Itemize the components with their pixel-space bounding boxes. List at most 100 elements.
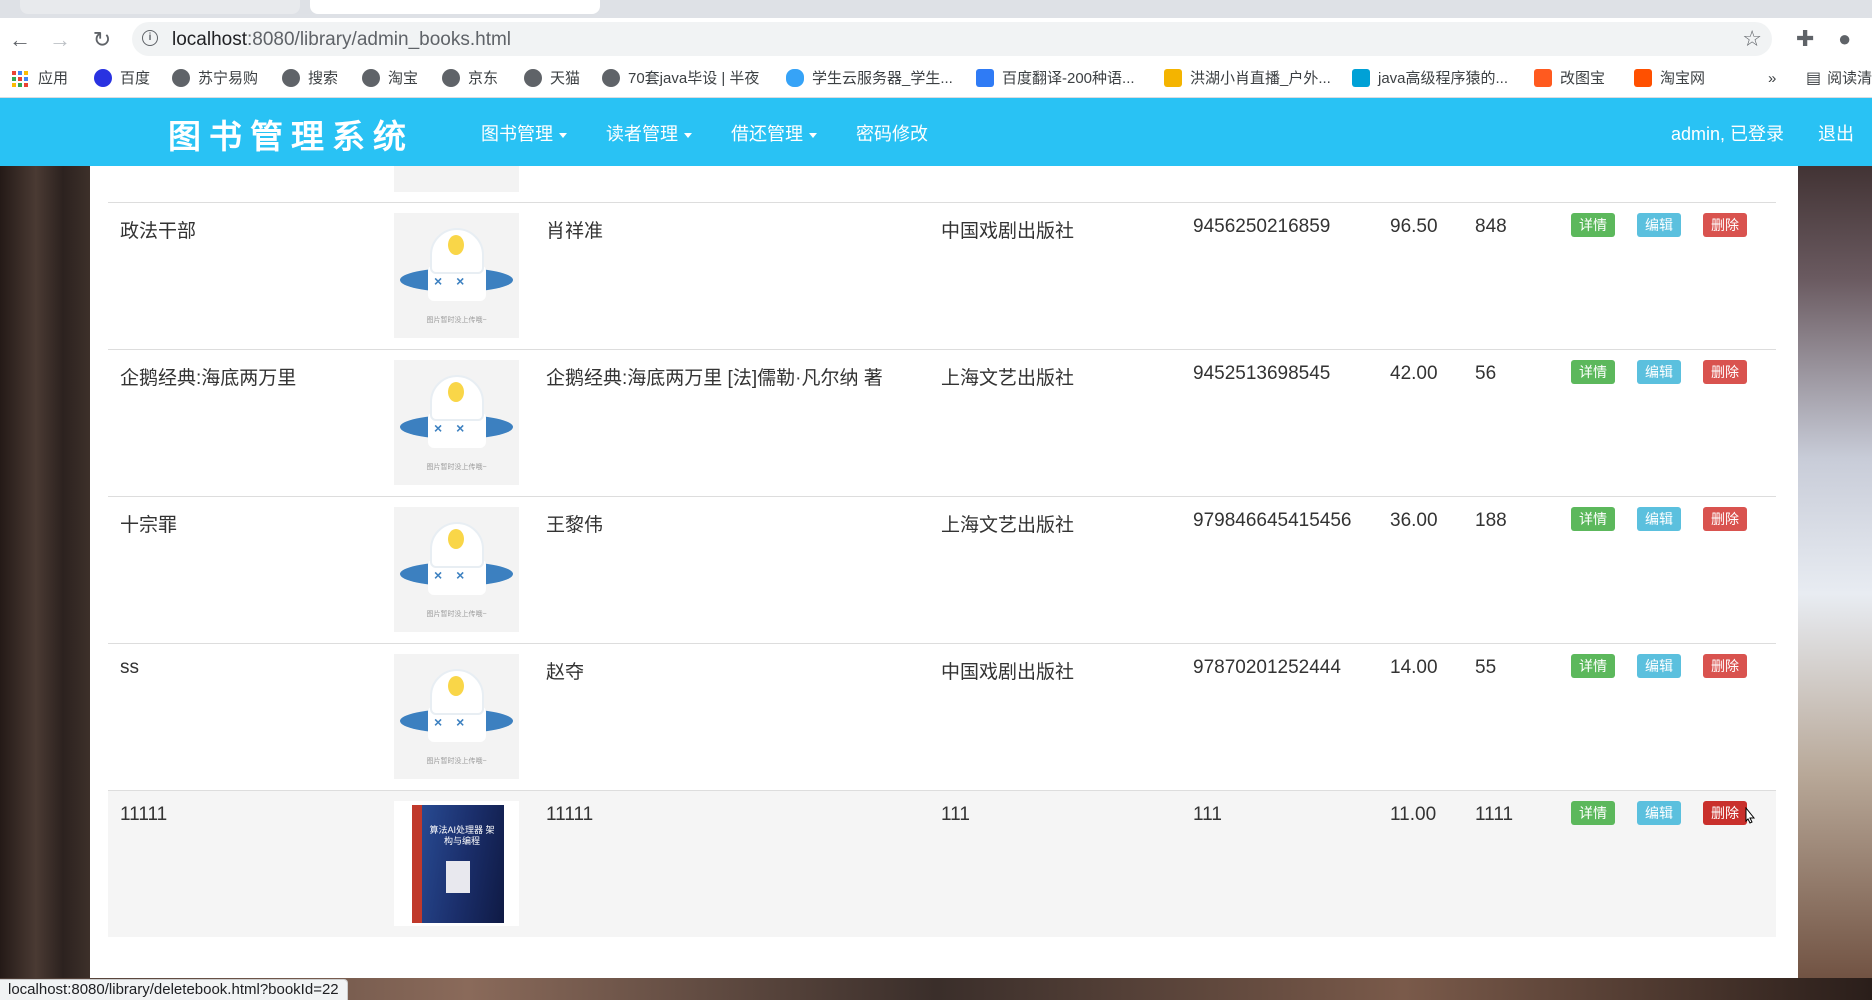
url-path: :8080/library/admin_books.html [247, 29, 512, 50]
bookmark-star-icon[interactable]: ☆ [1742, 26, 1762, 52]
browser-tab[interactable] [20, 0, 300, 14]
globe-icon [602, 69, 620, 88]
bookmark-live[interactable]: 洪湖小肖直播_户外... [1164, 69, 1331, 89]
globe-icon [362, 69, 380, 88]
menu-label: 密码修改 [856, 124, 928, 144]
table-cell [1378, 166, 1463, 202]
bookmark-apps[interactable]: 应用 [12, 69, 68, 89]
menu-label: 图书管理 [481, 124, 553, 144]
delete-button[interactable]: 删除 [1703, 212, 1747, 237]
book-price: 96.50 [1378, 201, 1463, 349]
menu-label: 读者管理 [606, 124, 678, 144]
brand-logo[interactable]: 图书管理系统 [168, 110, 414, 158]
edit-button[interactable]: 编辑 [1637, 359, 1681, 384]
bookmark-taobao-net[interactable]: 淘宝网 [1634, 69, 1705, 89]
browser-tab-active[interactable] [310, 0, 600, 14]
bookmark-suning[interactable]: 苏宁易购 [172, 69, 258, 89]
extensions-icon[interactable]: ✚ [1796, 26, 1814, 52]
detail-button[interactable]: 详情 [1571, 800, 1615, 825]
book-name: 政法干部 [108, 201, 382, 349]
placeholder-cover-image: ×× 图片暂时没上传哦~ [394, 212, 519, 338]
gaitubao-icon [1534, 69, 1552, 88]
reload-icon[interactable]: ↻ [88, 26, 116, 54]
bookmark-label: 洪湖小肖直播_户外... [1190, 70, 1331, 87]
bilibili-icon [1164, 69, 1182, 88]
bookmarks-bar: 应用 百度 苏宁易购 搜索 淘宝 京东 天猫 70套java毕设 | 半夜 学生… [0, 60, 1872, 98]
book-band [412, 804, 422, 923]
book-publisher: 中国戏剧出版社 [929, 201, 1181, 349]
table-cell [108, 166, 382, 202]
menu-book-management[interactable]: 图书管理 [481, 120, 567, 146]
book-cover-graphic [446, 860, 470, 893]
taobao-icon [1634, 69, 1652, 88]
cloud-icon [786, 69, 804, 88]
placeholder-bulb [448, 675, 464, 696]
site-info-icon[interactable]: i [142, 30, 158, 46]
delete-button[interactable]: 删除 [1703, 800, 1747, 825]
detail-button[interactable]: 详情 [1571, 506, 1615, 531]
bookmark-java-dev[interactable]: java高级程序猿的... [1352, 69, 1508, 89]
placeholder-bulb [448, 234, 464, 255]
bookmark-java[interactable]: 70套java毕设 | 半夜 [602, 69, 759, 89]
table-cell [929, 166, 1181, 202]
menu-reader-management[interactable]: 读者管理 [606, 120, 692, 146]
cover-cell: 算法AI处理器 架构与编程 [382, 789, 534, 937]
edit-button[interactable]: 编辑 [1637, 506, 1681, 531]
book-publisher: 中国戏剧出版社 [929, 642, 1181, 790]
edit-button[interactable]: 编辑 [1637, 800, 1681, 825]
bookmark-tmall[interactable]: 天猫 [524, 69, 580, 89]
book-author: 11111 [534, 789, 929, 937]
cover-cell: ×× 图片暂时没上传哦~ [382, 642, 534, 790]
table-body: 政法干部 ×× 图片暂时没上传哦~ 肖祥准 中国戏剧出版社 9456250216859 96… [108, 201, 1776, 937]
bilibili-icon [1352, 69, 1370, 88]
table-row [108, 166, 1776, 202]
delete-button[interactable]: 删除 [1703, 359, 1747, 384]
bookmark-label: 淘宝 [388, 70, 419, 87]
reading-list[interactable]: ▤ 阅读清 [1806, 69, 1872, 89]
translate-icon [976, 69, 994, 88]
books-table: 政法干部 ×× 图片暂时没上传哦~ 肖祥准 中国戏剧出版社 9456250216859 96… [108, 166, 1776, 937]
page-viewport: 图书管理系统 图书管理 读者管理 借还管理 密码修改 admin, 已登录 退出… [0, 98, 1872, 1000]
table-cell [534, 166, 929, 202]
detail-button[interactable]: 详情 [1571, 212, 1615, 237]
book-author: 王黎伟 [534, 495, 929, 643]
bookmark-translate[interactable]: 百度翻译-200种语... [976, 69, 1135, 89]
actions-cell: 详情 编辑 删除 [1559, 495, 1776, 643]
caret-down-icon [559, 132, 567, 138]
placeholder-eyes: ×× [434, 419, 479, 436]
profile-icon[interactable]: ● [1838, 26, 1851, 52]
bookmark-label: 百度翻译-200种语... [1002, 70, 1135, 87]
actions-cell: 详情 编辑 删除 [1559, 348, 1776, 496]
bookmark-jd[interactable]: 京东 [442, 69, 498, 89]
book-isbn: 111 [1181, 789, 1378, 937]
delete-button[interactable]: 删除 [1703, 506, 1747, 531]
book-number: 188 [1463, 495, 1559, 643]
bookmark-label: 应用 [38, 70, 69, 87]
forward-icon[interactable]: → [46, 26, 74, 54]
bookmarks-overflow-button[interactable]: » [1768, 69, 1776, 89]
status-bar-url: localhost:8080/library/deletebook.html?b… [0, 979, 348, 1000]
bookmark-baidu[interactable]: 百度 [94, 69, 150, 89]
bookmark-gaitubao[interactable]: 改图宝 [1534, 69, 1605, 89]
book-price: 14.00 [1378, 642, 1463, 790]
bookmark-search[interactable]: 搜索 [282, 69, 338, 89]
table-cell [382, 166, 534, 202]
menu-change-password[interactable]: 密码修改 [856, 120, 928, 146]
bookmark-taobao[interactable]: 淘宝 [362, 69, 418, 89]
caret-down-icon [684, 132, 692, 138]
caret-down-icon [809, 132, 817, 138]
menu-borrow-return[interactable]: 借还管理 [731, 120, 817, 146]
detail-button[interactable]: 详情 [1571, 653, 1615, 678]
edit-button[interactable]: 编辑 [1637, 653, 1681, 678]
back-icon[interactable]: ← [6, 26, 34, 54]
logged-in-user[interactable]: admin, 已登录 [1671, 120, 1784, 146]
detail-button[interactable]: 详情 [1571, 359, 1615, 384]
delete-button[interactable]: 删除 [1703, 653, 1747, 678]
address-bar[interactable]: i localhost:8080/library/admin_books.htm… [132, 22, 1772, 56]
url-text[interactable]: localhost:8080/library/admin_books.html [172, 29, 511, 51]
logout-link[interactable]: 退出 [1818, 120, 1854, 146]
book-price: 11.00 [1378, 789, 1463, 937]
bookmark-cloud[interactable]: 学生云服务器_学生... [786, 69, 953, 89]
book-cover [394, 166, 519, 192]
edit-button[interactable]: 编辑 [1637, 212, 1681, 237]
